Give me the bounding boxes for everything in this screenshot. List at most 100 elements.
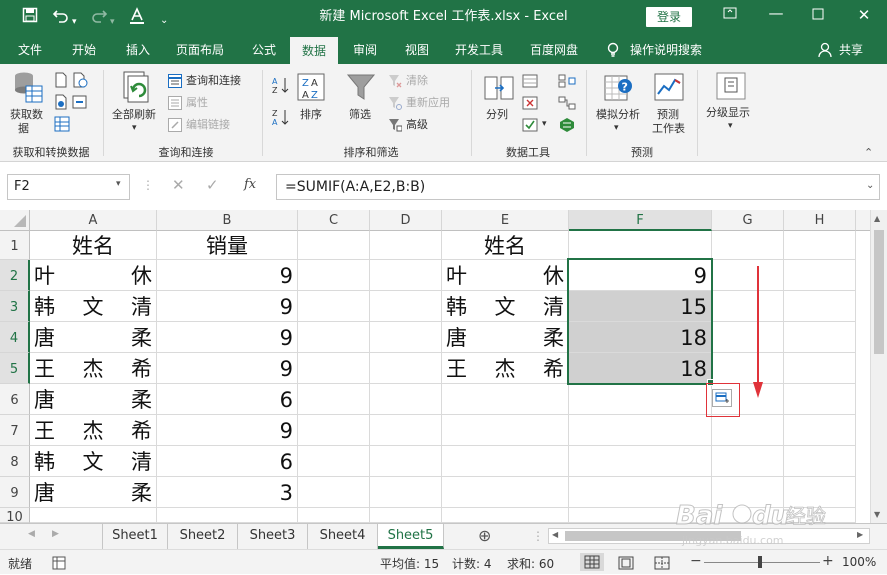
cell-a10[interactable] bbox=[30, 508, 157, 523]
refresh-all-icon[interactable] bbox=[120, 70, 154, 108]
formula-input[interactable]: =SUMIF(A:A,E2,B:B) bbox=[276, 174, 880, 200]
tab-review[interactable]: 审阅 bbox=[342, 36, 388, 64]
cell-c9[interactable] bbox=[298, 477, 370, 508]
cell-h2[interactable] bbox=[784, 260, 856, 291]
cell-e4[interactable]: 唐柔 bbox=[442, 322, 569, 353]
cell-c2[interactable] bbox=[298, 260, 370, 291]
row-header-6[interactable]: 6 bbox=[0, 384, 30, 415]
cell-a8[interactable]: 韩文清 bbox=[30, 446, 157, 477]
cell-e9[interactable] bbox=[442, 477, 569, 508]
enter-icon[interactable]: ✓ bbox=[206, 176, 219, 194]
maximize-icon[interactable] bbox=[806, 6, 830, 24]
refresh-dropdown-icon[interactable]: ▾ bbox=[132, 122, 137, 135]
cell-b7[interactable]: 9 bbox=[157, 415, 298, 446]
cell-e2[interactable]: 叶休 bbox=[442, 260, 569, 291]
h-scroll-thumb[interactable] bbox=[565, 531, 741, 541]
existing-connections-icon[interactable] bbox=[72, 94, 88, 114]
formula-bar-grip-icon[interactable]: ⋮ bbox=[142, 178, 154, 192]
cell-a7[interactable]: 王杰希 bbox=[30, 415, 157, 446]
cell-h9[interactable] bbox=[784, 477, 856, 508]
cell-e8[interactable] bbox=[442, 446, 569, 477]
cell-h4[interactable] bbox=[784, 322, 856, 353]
cell-d10[interactable] bbox=[370, 508, 442, 523]
column-header-e[interactable]: E bbox=[442, 210, 569, 231]
cell-a1[interactable]: 姓名 bbox=[30, 231, 157, 260]
collapse-ribbon-icon[interactable]: ⌃ bbox=[864, 146, 873, 159]
recent-sources-icon[interactable] bbox=[72, 72, 88, 92]
zoom-in-icon[interactable]: + bbox=[822, 553, 834, 569]
tab-baidu-netdisk[interactable]: 百度网盘 bbox=[522, 36, 586, 64]
column-header-a[interactable]: A bbox=[30, 210, 157, 231]
what-if-analysis-icon[interactable]: ? bbox=[604, 72, 634, 108]
from-table-icon[interactable] bbox=[54, 116, 70, 136]
sort-label[interactable]: 排序 bbox=[300, 108, 322, 121]
cell-b5[interactable]: 9 bbox=[157, 353, 298, 384]
flash-fill-icon[interactable] bbox=[522, 73, 538, 92]
data-validation-icon[interactable] bbox=[522, 117, 538, 136]
row-header-10[interactable]: 10 bbox=[0, 508, 30, 523]
column-header-h[interactable]: H bbox=[784, 210, 856, 231]
cell-a3[interactable]: 韩文清 bbox=[30, 291, 157, 322]
sheet-tab-3[interactable]: Sheet3 bbox=[238, 524, 308, 549]
cell-g9[interactable] bbox=[712, 477, 784, 508]
tab-view[interactable]: 视图 bbox=[394, 36, 440, 64]
cell-f6[interactable] bbox=[569, 384, 712, 415]
cell-f5[interactable]: 18 bbox=[569, 353, 712, 384]
minimize-icon[interactable]: — bbox=[764, 4, 788, 22]
cell-g2[interactable] bbox=[712, 260, 784, 291]
get-data-label-1[interactable]: 获取数 bbox=[10, 108, 43, 121]
cell-a9[interactable]: 唐柔 bbox=[30, 477, 157, 508]
queries-connections-icon[interactable] bbox=[168, 73, 182, 92]
cell-d6[interactable] bbox=[370, 384, 442, 415]
consolidate-icon[interactable] bbox=[558, 73, 576, 92]
cell-f1[interactable] bbox=[569, 231, 712, 260]
cell-d1[interactable] bbox=[370, 231, 442, 260]
cell-c1[interactable] bbox=[298, 231, 370, 260]
tab-split-grip-icon[interactable]: ⋮ bbox=[532, 529, 544, 543]
text-to-columns-icon[interactable] bbox=[484, 74, 514, 106]
cell-b2[interactable]: 9 bbox=[157, 260, 298, 291]
cell-g5[interactable] bbox=[712, 353, 784, 384]
cell-h10[interactable] bbox=[784, 508, 856, 523]
row-header-8[interactable]: 8 bbox=[0, 446, 30, 477]
scroll-down-icon[interactable]: ▼ bbox=[874, 510, 880, 519]
queries-connections-label[interactable]: 查询和连接 bbox=[186, 74, 241, 87]
cell-e10[interactable] bbox=[442, 508, 569, 523]
cell-f10[interactable] bbox=[569, 508, 712, 523]
new-sheet-icon[interactable]: ⊕ bbox=[478, 526, 491, 545]
cell-h5[interactable] bbox=[784, 353, 856, 384]
vertical-scrollbar[interactable]: ▲ ▼ bbox=[870, 210, 887, 523]
column-header-c[interactable]: C bbox=[298, 210, 370, 231]
quick-analysis-button[interactable] bbox=[712, 389, 732, 407]
relationships-icon[interactable] bbox=[558, 95, 576, 114]
advanced-label[interactable]: 高级 bbox=[406, 118, 428, 131]
login-button[interactable]: 登录 bbox=[646, 7, 692, 27]
sheet-tab-2[interactable]: Sheet2 bbox=[168, 524, 238, 549]
cell-b8[interactable]: 6 bbox=[157, 446, 298, 477]
advanced-filter-icon[interactable] bbox=[388, 117, 403, 136]
cell-c3[interactable] bbox=[298, 291, 370, 322]
what-if-label[interactable]: 模拟分析 bbox=[596, 108, 640, 121]
cell-h3[interactable] bbox=[784, 291, 856, 322]
remove-duplicates-icon[interactable] bbox=[522, 95, 538, 114]
tab-data[interactable]: 数据 bbox=[290, 37, 338, 64]
column-header-b[interactable]: B bbox=[157, 210, 298, 231]
cell-f8[interactable] bbox=[569, 446, 712, 477]
sheet-tab-4[interactable]: Sheet4 bbox=[308, 524, 378, 549]
cell-c6[interactable] bbox=[298, 384, 370, 415]
filter-label[interactable]: 筛选 bbox=[349, 108, 371, 121]
page-break-view-icon[interactable] bbox=[654, 555, 670, 574]
horizontal-scrollbar[interactable]: ◀ ▶ bbox=[548, 528, 870, 544]
name-box-dropdown-icon[interactable]: ▾ bbox=[116, 179, 121, 189]
cell-b4[interactable]: 9 bbox=[157, 322, 298, 353]
name-box[interactable]: F2 bbox=[7, 174, 130, 200]
cell-d5[interactable] bbox=[370, 353, 442, 384]
sort-az-icon[interactable]: AZ bbox=[272, 76, 290, 98]
ribbon-display-icon[interactable] bbox=[718, 6, 742, 24]
cell-a6[interactable]: 唐柔 bbox=[30, 384, 157, 415]
tab-home[interactable]: 开始 bbox=[62, 36, 106, 64]
outline-icon[interactable] bbox=[716, 72, 746, 104]
row-header-5[interactable]: 5 bbox=[0, 353, 30, 384]
row-header-2[interactable]: 2 bbox=[0, 260, 30, 291]
column-header-g[interactable]: G bbox=[712, 210, 784, 231]
